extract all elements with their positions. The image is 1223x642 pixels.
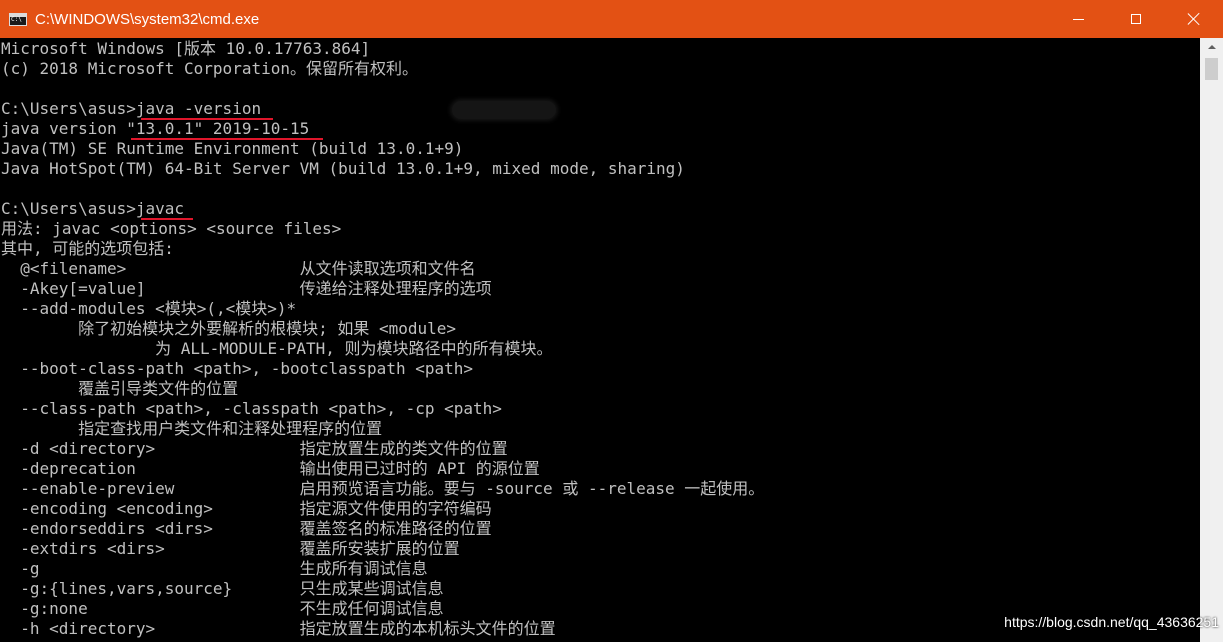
line-text: Microsoft Windows [版本 10.0.17763.864] (1, 39, 371, 58)
console-line: -g:{lines,vars,source} 只生成某些调试信息 (1, 579, 1200, 599)
option-description: 启用预览语言功能。要与 -source 或 --release 一起使用。 (299, 479, 765, 498)
console-line: --enable-preview 启用预览语言功能。要与 -source 或 -… (1, 479, 1200, 499)
option-name: -deprecation (1, 459, 136, 478)
console-line: 其中, 可能的选项包括: (1, 239, 1200, 259)
option-name: --enable-preview (1, 479, 175, 498)
column-padding (165, 539, 300, 558)
line-text: C:\Users\asus>java -version (1, 99, 262, 118)
cmd-window: C:\WINDOWS\system32\cmd.exe Microsoft Wi… (0, 0, 1223, 642)
console-line: -encoding <encoding> 指定源文件使用的字符编码 (1, 499, 1200, 519)
console-line: -d <directory> 指定放置生成的类文件的位置 (1, 439, 1200, 459)
line-text: 除了初始模块之外要解析的根模块; 如果 <module> (1, 319, 457, 338)
option-description: 生成所有调试信息 (299, 559, 428, 578)
column-padding (155, 439, 300, 458)
maximize-icon (1131, 14, 1141, 24)
line-text: C:\Users\asus>javac (1, 199, 185, 218)
console-line: -deprecation 输出使用已过时的 API 的源位置 (1, 459, 1200, 479)
option-description: 指定放置生成的类文件的位置 (299, 439, 508, 458)
option-name: -endorseddirs <dirs> (1, 519, 213, 538)
line-text: java version "13.0.1" 2019-10-15 (1, 119, 310, 138)
option-name: @<filename> (1, 259, 127, 278)
column-padding (136, 459, 300, 478)
option-description: 输出使用已过时的 API 的源位置 (299, 459, 540, 478)
title-bar[interactable]: C:\WINDOWS\system32\cmd.exe (0, 0, 1223, 38)
console-line: --boot-class-path <path>, -bootclasspath… (1, 359, 1200, 379)
line-text: Java(TM) SE Runtime Environment (build 1… (1, 139, 464, 158)
console-output[interactable]: Microsoft Windows [版本 10.0.17763.864] (c)… (0, 38, 1200, 642)
chevron-up-icon (1207, 44, 1216, 49)
console-line: 用法: javac <options> <source files> (1, 219, 1200, 239)
line-text: 为 ALL-MODULE-PATH, 则为模块路径中的所有模块。 (1, 339, 553, 358)
option-name: -g:{lines,vars,source} (1, 579, 233, 598)
cmd-app-icon[interactable] (9, 12, 27, 26)
option-description: 不生成任何调试信息 (299, 599, 444, 618)
console-line: 指定查找用户类文件和注释处理程序的位置 (1, 419, 1200, 439)
console-line: 为 ALL-MODULE-PATH, 则为模块路径中的所有模块。 (1, 339, 1200, 359)
minimize-button[interactable] (1049, 0, 1107, 38)
console-line: -Akey[=value] 传递给注释处理程序的选项 (1, 279, 1200, 299)
column-padding (146, 279, 300, 298)
option-name: -encoding <encoding> (1, 499, 213, 518)
console-line: 除了初始模块之外要解析的根模块; 如果 <module> (1, 319, 1200, 339)
console-line: Java HotSpot(TM) 64-Bit Server VM (build… (1, 159, 1200, 179)
scroll-thumb[interactable] (1205, 58, 1218, 80)
column-padding (155, 619, 300, 638)
column-padding (88, 599, 300, 618)
console-line: C:\Users\asus>javac (1, 199, 1200, 220)
line-text: --boot-class-path <path>, -bootclasspath… (1, 359, 474, 378)
vertical-scrollbar[interactable] (1200, 38, 1223, 642)
console-line: @<filename> 从文件读取选项和文件名 (1, 259, 1200, 279)
console-line: 覆盖引导类文件的位置 (1, 379, 1200, 399)
option-description: 只生成某些调试信息 (299, 579, 444, 598)
close-button[interactable] (1165, 0, 1223, 38)
console-line: Microsoft Windows [版本 10.0.17763.864] (1, 39, 1200, 59)
column-padding (40, 559, 300, 578)
console-line: (c) 2018 Microsoft Corporation。保留所有权利。 (1, 59, 1200, 79)
option-description: 传递给注释处理程序的选项 (299, 279, 492, 298)
option-name: -g (1, 559, 40, 578)
line-text: 其中, 可能的选项包括: (1, 239, 174, 258)
scroll-up-button[interactable] (1200, 38, 1223, 55)
option-description: 覆盖所安装扩展的位置 (299, 539, 460, 558)
console-line: C:\Users\asus>java -version (1, 99, 1200, 120)
line-text: 指定查找用户类文件和注释处理程序的位置 (1, 419, 383, 438)
window-controls (1049, 0, 1223, 38)
window-title: C:\WINDOWS\system32\cmd.exe (35, 10, 260, 28)
close-icon (1187, 12, 1201, 26)
line-text: 用法: javac <options> <source files> (1, 219, 342, 238)
console-line: Java(TM) SE Runtime Environment (build 1… (1, 139, 1200, 159)
column-padding (232, 579, 299, 598)
option-description: 覆盖签名的标准路径的位置 (299, 519, 492, 538)
console-line: -extdirs <dirs> 覆盖所安装扩展的位置 (1, 539, 1200, 559)
option-name: -Akey[=value] (1, 279, 146, 298)
option-name: -g:none (1, 599, 88, 618)
console-line: --class-path <path>, -classpath <path>, … (1, 399, 1200, 419)
column-padding (126, 259, 299, 278)
column-padding (213, 499, 300, 518)
console-line: -endorseddirs <dirs> 覆盖签名的标准路径的位置 (1, 519, 1200, 539)
option-name: -d <directory> (1, 439, 156, 458)
line-text: (c) 2018 Microsoft Corporation。保留所有权利。 (1, 59, 418, 78)
minimize-icon (1072, 18, 1084, 20)
option-description: 指定源文件使用的字符编码 (299, 499, 492, 518)
watermark-text: https://blog.csdn.net/qq_43636251 (1004, 614, 1219, 630)
option-name: -h <directory> (1, 619, 156, 638)
line-text: 覆盖引导类文件的位置 (1, 379, 239, 398)
option-name: -extdirs <dirs> (1, 539, 165, 558)
console-line: -g 生成所有调试信息 (1, 559, 1200, 579)
line-text: Java HotSpot(TM) 64-Bit Server VM (build… (1, 159, 685, 178)
option-description: 指定放置生成的本机标头文件的位置 (299, 619, 556, 638)
column-padding (213, 519, 300, 538)
option-description: 从文件读取选项和文件名 (299, 259, 476, 278)
console-line: --add-modules <模块>(,<模块>)* (1, 299, 1200, 319)
line-text: --class-path <path>, -classpath <path>, … (1, 399, 502, 418)
column-padding (174, 479, 299, 498)
line-text: --add-modules <模块>(,<模块>)* (1, 299, 297, 318)
console-line: java version "13.0.1" 2019-10-15 (1, 119, 1200, 140)
maximize-button[interactable] (1107, 0, 1165, 38)
